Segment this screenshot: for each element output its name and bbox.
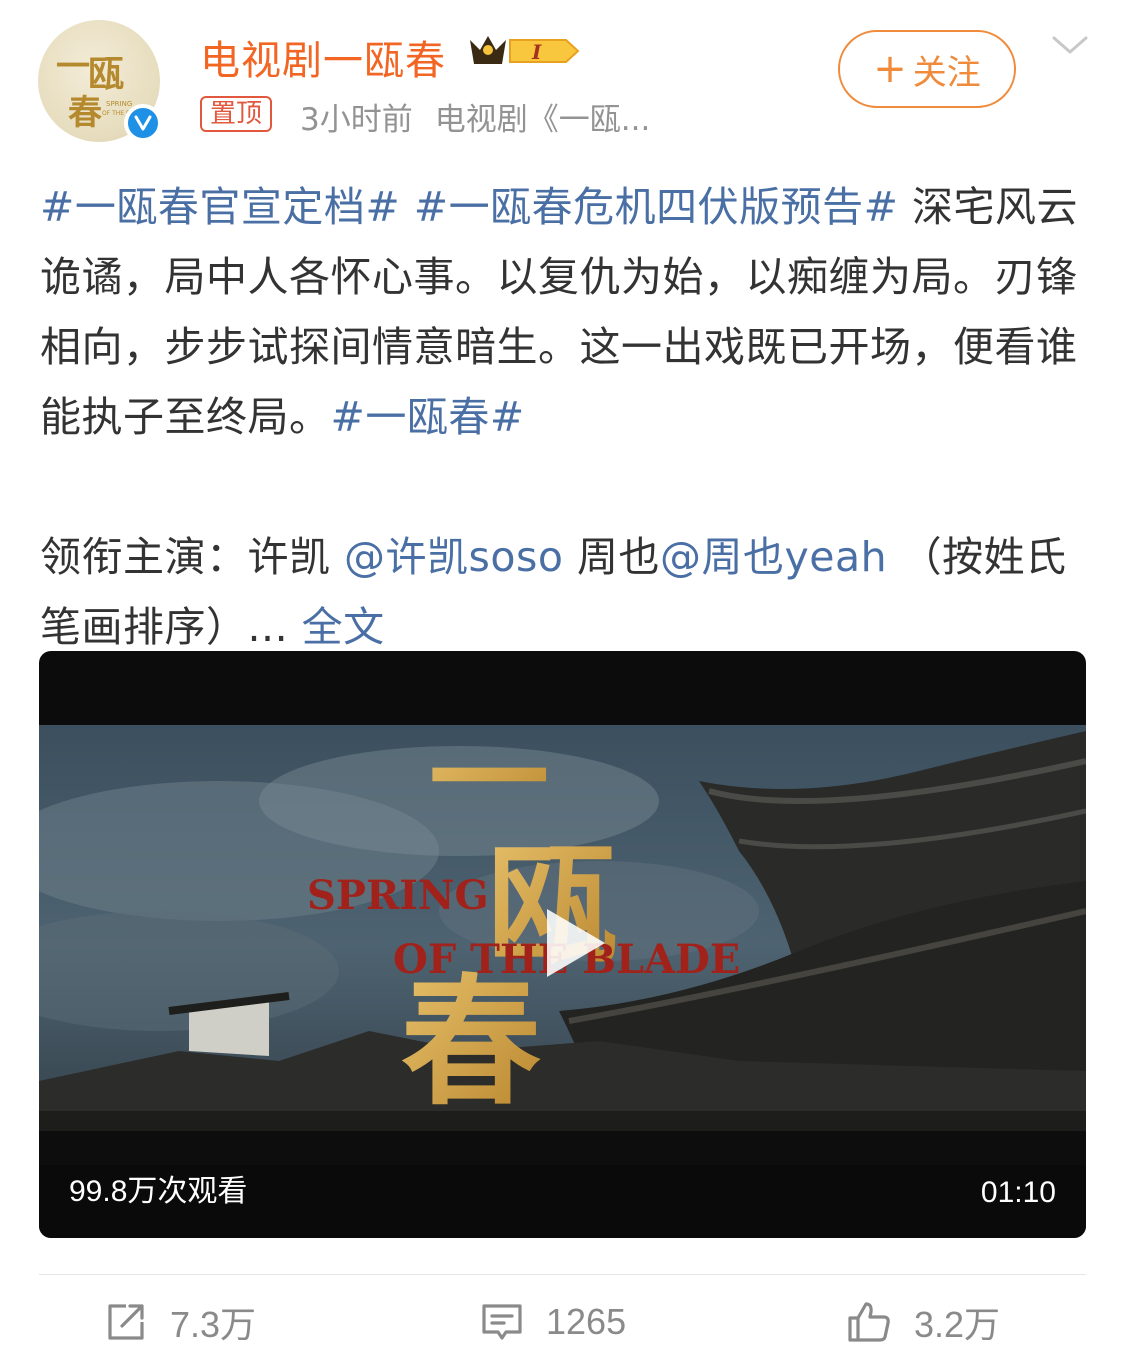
video-duration: 01:10 xyxy=(980,1176,1056,1209)
topic-link[interactable]: #一瓯春危机四伏版预告# xyxy=(414,183,899,231)
user-name[interactable]: 电视剧一瓯春 xyxy=(200,28,446,86)
video-title-en-1: SPRING xyxy=(307,872,489,919)
svg-text:一: 一 xyxy=(56,47,90,87)
svg-text:瓯: 瓯 xyxy=(88,53,124,95)
repost-icon xyxy=(108,1304,144,1340)
post-source[interactable]: 电视剧《一瓯... xyxy=(435,102,651,138)
topic-link[interactable]: #一瓯春官宣定档# xyxy=(40,183,400,231)
vip-crown-icon[interactable]: I xyxy=(466,30,582,76)
plus-icon: + xyxy=(873,46,907,92)
like-button[interactable]: 3.2万 xyxy=(846,1292,1000,1352)
play-icon[interactable] xyxy=(533,903,613,983)
video-title-cn-3: 春 xyxy=(401,961,541,1125)
post-time: 3小时前 xyxy=(300,102,413,138)
action-bar: 7.3万 1265 3.2万 xyxy=(0,1292,1125,1352)
comment-icon xyxy=(482,1304,522,1340)
mention-link[interactable]: @周也yeah xyxy=(660,533,887,581)
comment-count: 1265 xyxy=(546,1301,627,1342)
repost-button[interactable]: 7.3万 xyxy=(104,1292,256,1352)
topic-link[interactable]: #一瓯春# xyxy=(331,393,525,441)
post-text: #一瓯春官宣定档# #一瓯春危机四伏版预告# 深宅风云诡谲，局中人各怀心事。以复… xyxy=(40,172,1090,662)
follow-button[interactable]: + 关注 xyxy=(838,30,1016,108)
mention-link[interactable]: @许凯soso xyxy=(344,533,563,581)
video-player[interactable]: 一 瓯 春 SPRING OF THE BLADE 99.8万次观看 01:10 xyxy=(39,651,1086,1238)
view-count: 99.8万次观看 xyxy=(69,1175,248,1208)
vip-level: I xyxy=(531,40,542,64)
follow-label: 关注 xyxy=(912,52,981,93)
svg-text:春: 春 xyxy=(68,93,102,133)
divider xyxy=(39,1274,1086,1275)
cast-prefix: 领衔主演：许凯 xyxy=(40,533,331,581)
svg-text:SPRING: SPRING xyxy=(106,100,132,108)
thumbs-up-icon xyxy=(848,1302,890,1342)
cast-mid: 周也 xyxy=(576,533,660,581)
full-text-link[interactable]: 全文 xyxy=(302,603,385,651)
comment-button[interactable]: 1265 xyxy=(480,1292,626,1352)
like-count: 3.2万 xyxy=(914,1304,1001,1345)
pin-badge: 置顶 xyxy=(200,96,273,132)
verified-badge-icon xyxy=(124,104,162,142)
chevron-down-icon[interactable] xyxy=(1050,34,1090,62)
repost-count: 7.3万 xyxy=(170,1304,257,1345)
